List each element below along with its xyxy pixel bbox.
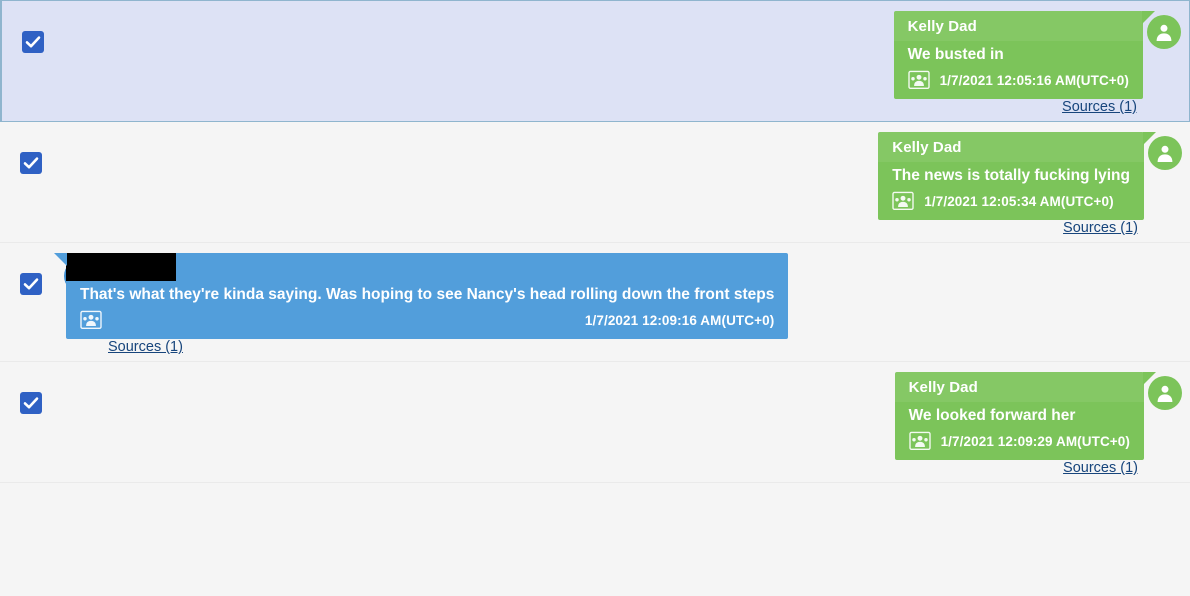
message-bubble-wrap: Kelly Dad The news is totally fucking lyi… [0,132,1190,220]
message-row[interactable]: That's what they're kinda saying. Was ho… [0,243,1190,362]
message-bubble[interactable]: Kelly Dad We looked forward her 1/7/2021 1… [894,372,1156,460]
sources-line: Sources (1) [2,99,1189,115]
message-timestamp: 1/7/2021 12:09:29 AM(UTC+0) [940,433,1130,449]
message-body-area: That's what they're kinda saying. Was ho… [0,243,1190,361]
message-bubble-wrap: Kelly Dad We busted in 1/7/2021 12:05:16 A… [2,11,1189,99]
sources-link[interactable]: Sources (1) [108,339,183,355]
bubble-tail [1142,11,1155,24]
message-body-area: Kelly Dad We busted in 1/7/2021 12:05:16 A… [2,1,1189,121]
message-bubble[interactable]: Kelly Dad The news is totally fucking lyi… [878,132,1156,220]
sources-link[interactable]: Sources (1) [1063,220,1138,236]
message-body-area: Kelly Dad We looked forward her 1/7/2021 1… [0,362,1190,482]
message-text: We looked forward her [908,407,1076,424]
message-row[interactable]: Kelly Dad We looked forward her 1/7/2021 1… [0,362,1190,483]
group-participants-icon [892,191,914,211]
message-sender-name: Kelly Dad [893,11,1143,41]
message-text: That's what they're kinda saying. Was ho… [80,286,775,303]
group-participants-icon [80,310,102,330]
message-body-area: Kelly Dad The news is totally fucking lyi… [0,122,1190,242]
message-bubble[interactable]: That's what they're kinda saying. Was ho… [54,253,789,339]
message-list: Kelly Dad We busted in 1/7/2021 12:05:16 A… [0,0,1190,596]
message-timestamp: 1/7/2021 12:05:34 AM(UTC+0) [924,193,1114,209]
redaction-bar [66,253,176,281]
message-bubble-wrap: That's what they're kinda saying. Was ho… [0,253,1190,339]
bubble-tail [1143,132,1156,145]
message-footer: 1/7/2021 12:05:16 AM(UTC+0) [894,68,1143,99]
message-sender-name: Kelly Dad [878,132,1144,162]
message-text: We busted in [907,46,1004,63]
message-bubble-wrap: Kelly Dad We looked forward her 1/7/2021 1… [0,372,1190,460]
sources-line: Sources (1) [0,460,1190,476]
message-footer: 1/7/2021 12:09:16 AM(UTC+0) [66,308,788,339]
sources-line: Sources (1) [0,339,1190,355]
message-sender-name: Kelly Dad [894,372,1144,402]
message-footer: 1/7/2021 12:09:29 AM(UTC+0) [895,429,1144,460]
message-bubble[interactable]: Kelly Dad We busted in 1/7/2021 12:05:16 A… [893,11,1155,99]
message-row[interactable]: Kelly Dad We busted in 1/7/2021 12:05:16 A… [0,0,1190,122]
message-footer: 1/7/2021 12:05:34 AM(UTC+0) [878,189,1144,220]
sources-line: Sources (1) [0,220,1190,236]
sources-link[interactable]: Sources (1) [1063,460,1138,476]
message-timestamp: 1/7/2021 12:05:16 AM(UTC+0) [939,72,1129,88]
bubble-tail [1143,372,1156,385]
group-participants-icon [908,431,931,451]
sources-link[interactable]: Sources (1) [1062,99,1137,115]
message-text: The news is totally fucking lying [892,167,1130,184]
bubble-tail [54,253,67,266]
message-timestamp: 1/7/2021 12:09:16 AM(UTC+0) [584,312,775,328]
group-participants-icon [907,70,930,90]
message-row[interactable]: Kelly Dad The news is totally fucking lyi… [0,122,1190,243]
redacted-sender-name [66,253,788,281]
